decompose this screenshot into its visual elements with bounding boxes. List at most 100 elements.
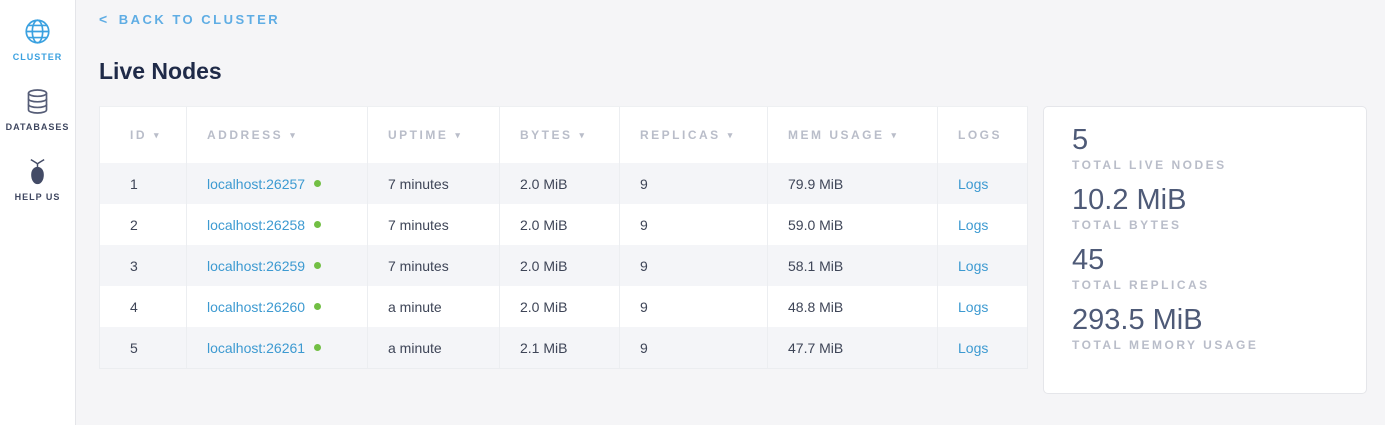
cell-logs: Logs	[938, 327, 1027, 368]
sidebar-item-databases[interactable]: DATABASES	[0, 86, 75, 132]
cell-mem-usage: 47.7 MiB	[768, 327, 938, 368]
table-header-row: ID ▾ ADDRESS ▾ UPTIME ▾ BYTES ▾ REPLICAS…	[100, 107, 1027, 163]
table-row: 4 localhost:26260 a minute 2.0 MiB 9 48.…	[100, 286, 1027, 327]
cell-node-id: 2	[100, 204, 187, 245]
column-header[interactable]: ADDRESS ▾	[187, 107, 368, 163]
cell-address: localhost:26259	[187, 245, 368, 286]
table-row: 1 localhost:26257 7 minutes 2.0 MiB 9 79…	[100, 163, 1027, 204]
column-header-label: LOGS	[958, 128, 1002, 142]
cell-bytes: 2.0 MiB	[500, 286, 620, 327]
cell-bytes: 2.0 MiB	[500, 163, 620, 204]
cell-mem-usage: 59.0 MiB	[768, 204, 938, 245]
sidebar-item-label: DATABASES	[6, 122, 70, 132]
page-title: Live Nodes	[99, 58, 1385, 85]
content-row: ID ▾ ADDRESS ▾ UPTIME ▾ BYTES ▾ REPLICAS…	[99, 106, 1385, 394]
node-live-dot-icon	[314, 344, 321, 351]
table-row: 3 localhost:26259 7 minutes 2.0 MiB 9 58…	[100, 245, 1027, 286]
bug-icon	[25, 156, 50, 186]
logs-link[interactable]: Logs	[958, 340, 988, 356]
cell-uptime: 7 minutes	[368, 163, 500, 204]
sidebar: CLUSTER DATABASES HELP US	[0, 0, 76, 425]
sidebar-item-label: HELP US	[15, 192, 61, 202]
logs-link[interactable]: Logs	[958, 217, 988, 233]
cell-replicas: 9	[620, 327, 768, 368]
globe-icon	[24, 16, 51, 46]
back-link-label: BACK TO CLUSTER	[119, 12, 280, 27]
cell-uptime: a minute	[368, 286, 500, 327]
sort-arrow-icon: ▾	[154, 130, 161, 141]
summary-card: 5 TOTAL LIVE NODES 10.2 MiB TOTAL BYTES …	[1043, 106, 1367, 394]
column-header: LOGS ▾	[938, 107, 1027, 163]
table-header: ID ▾ ADDRESS ▾ UPTIME ▾ BYTES ▾ REPLICAS…	[100, 107, 1027, 163]
address-link[interactable]: localhost:26259	[207, 258, 305, 274]
cell-address: localhost:26257	[187, 163, 368, 204]
stat-value: 293.5 MiB	[1072, 304, 1338, 336]
summary-stat: 5 TOTAL LIVE NODES	[1072, 124, 1338, 172]
cell-mem-usage: 58.1 MiB	[768, 245, 938, 286]
stat-value: 45	[1072, 244, 1338, 276]
sidebar-item-help-us[interactable]: HELP US	[0, 156, 75, 202]
summary-stat: 10.2 MiB TOTAL BYTES	[1072, 184, 1338, 232]
column-header[interactable]: BYTES ▾	[500, 107, 620, 163]
cell-bytes: 2.0 MiB	[500, 204, 620, 245]
main-content: < BACK TO CLUSTER Live Nodes ID ▾ ADDRES…	[76, 0, 1385, 425]
stat-label: TOTAL REPLICAS	[1072, 278, 1338, 292]
cell-address: localhost:26260	[187, 286, 368, 327]
cell-logs: Logs	[938, 163, 1027, 204]
stat-value: 10.2 MiB	[1072, 184, 1338, 216]
node-live-dot-icon	[314, 221, 321, 228]
cell-bytes: 2.0 MiB	[500, 245, 620, 286]
sort-arrow-icon: ▾	[290, 130, 297, 141]
stat-label: TOTAL MEMORY USAGE	[1072, 338, 1338, 352]
summary-stat: 293.5 MiB TOTAL MEMORY USAGE	[1072, 304, 1338, 352]
logs-link[interactable]: Logs	[958, 258, 988, 274]
cell-node-id: 4	[100, 286, 187, 327]
logs-link[interactable]: Logs	[958, 299, 988, 315]
sidebar-item-cluster[interactable]: CLUSTER	[0, 16, 75, 62]
address-link[interactable]: localhost:26260	[207, 299, 305, 315]
live-nodes-table: ID ▾ ADDRESS ▾ UPTIME ▾ BYTES ▾ REPLICAS…	[99, 106, 1028, 369]
sort-arrow-icon: ▾	[455, 130, 462, 141]
stat-label: TOTAL LIVE NODES	[1072, 158, 1338, 172]
cell-uptime: 7 minutes	[368, 204, 500, 245]
cell-logs: Logs	[938, 204, 1027, 245]
node-live-dot-icon	[314, 262, 321, 269]
node-live-dot-icon	[314, 303, 321, 310]
cell-uptime: a minute	[368, 327, 500, 368]
cell-node-id: 3	[100, 245, 187, 286]
column-header-label: ID	[130, 128, 147, 142]
address-link[interactable]: localhost:26258	[207, 217, 305, 233]
cell-logs: Logs	[938, 245, 1027, 286]
cell-logs: Logs	[938, 286, 1027, 327]
sidebar-item-label: CLUSTER	[13, 52, 63, 62]
back-to-cluster-link[interactable]: < BACK TO CLUSTER	[99, 11, 280, 27]
cell-mem-usage: 79.9 MiB	[768, 163, 938, 204]
sort-arrow-icon: ▾	[580, 130, 587, 141]
address-link[interactable]: localhost:26261	[207, 340, 305, 356]
cell-mem-usage: 48.8 MiB	[768, 286, 938, 327]
column-header[interactable]: UPTIME ▾	[368, 107, 500, 163]
table-body: 1 localhost:26257 7 minutes 2.0 MiB 9 79…	[100, 163, 1027, 368]
databases-icon	[24, 86, 51, 116]
column-header[interactable]: MEM USAGE ▾	[768, 107, 938, 163]
address-link[interactable]: localhost:26257	[207, 176, 305, 192]
cell-node-id: 1	[100, 163, 187, 204]
summary-stat: 45 TOTAL REPLICAS	[1072, 244, 1338, 292]
table-row: 2 localhost:26258 7 minutes 2.0 MiB 9 59…	[100, 204, 1027, 245]
logs-link[interactable]: Logs	[958, 176, 988, 192]
cell-node-id: 5	[100, 327, 187, 368]
cell-bytes: 2.1 MiB	[500, 327, 620, 368]
column-header-label: REPLICAS	[640, 128, 721, 142]
node-live-dot-icon	[314, 180, 321, 187]
cell-replicas: 9	[620, 204, 768, 245]
column-header-label: ADDRESS	[207, 128, 283, 142]
cell-address: localhost:26258	[187, 204, 368, 245]
sort-arrow-icon: ▾	[892, 130, 899, 141]
stat-value: 5	[1072, 124, 1338, 156]
cell-address: localhost:26261	[187, 327, 368, 368]
column-header-label: UPTIME	[388, 128, 448, 142]
cell-replicas: 9	[620, 286, 768, 327]
column-header[interactable]: ID ▾	[100, 107, 187, 163]
column-header[interactable]: REPLICAS ▾	[620, 107, 768, 163]
cell-uptime: 7 minutes	[368, 245, 500, 286]
